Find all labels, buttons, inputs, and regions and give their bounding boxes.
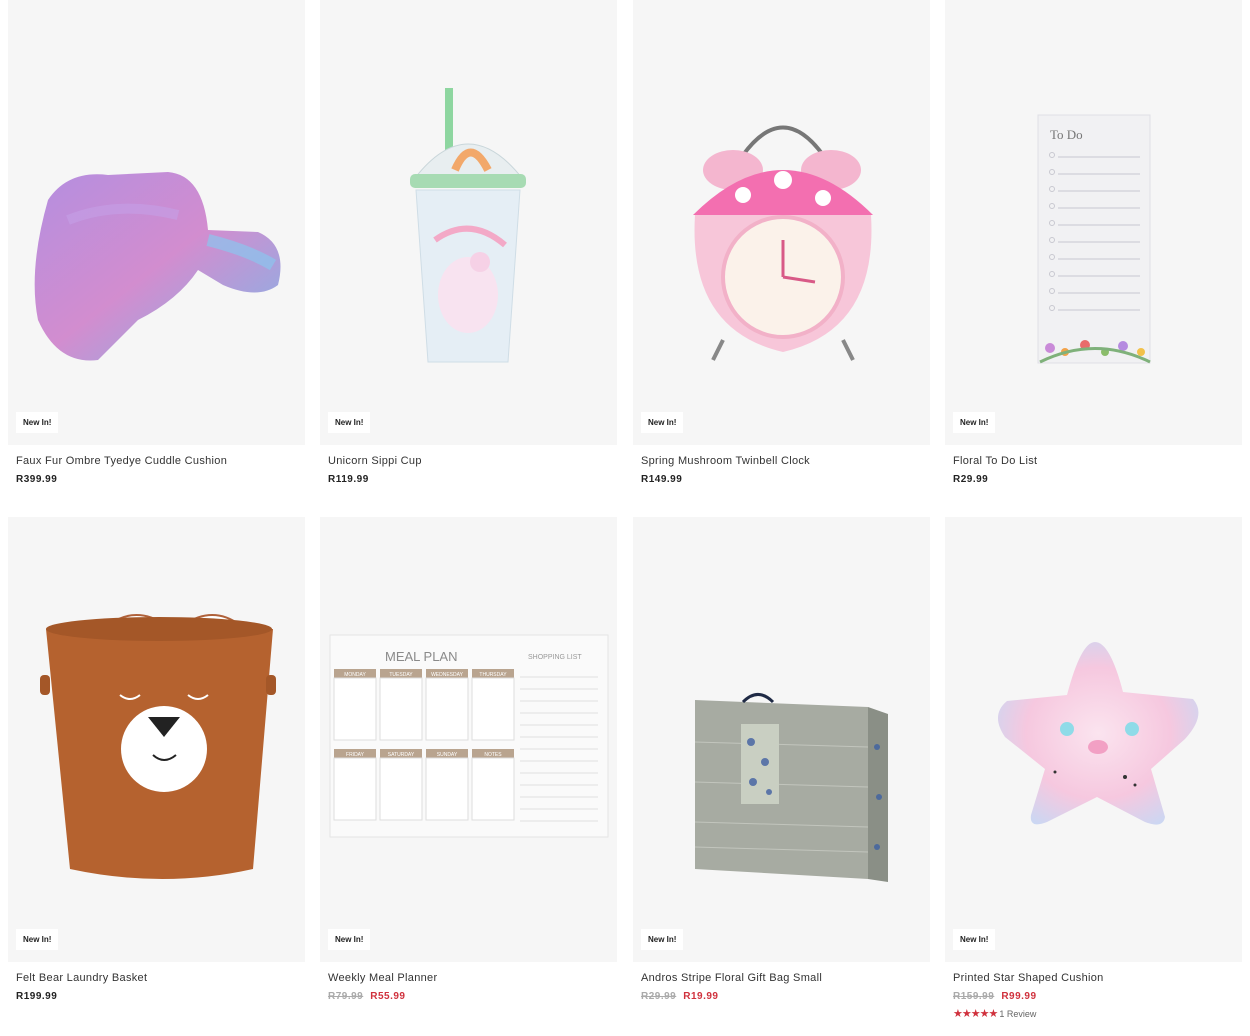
star-cushion-image — [997, 642, 1199, 825]
product-price: R29.99 — [953, 474, 989, 485]
svg-text:TUESDAY: TUESDAY — [389, 672, 413, 678]
review-count: 1 Review — [999, 1009, 1037, 1019]
svg-text:SUNDAY: SUNDAY — [437, 752, 458, 758]
laundry-basket-image — [40, 614, 276, 879]
sale-price: R99.99 — [1001, 991, 1037, 1002]
new-in-badge: New In! — [953, 929, 996, 950]
product-name[interactable]: Floral To Do List — [953, 455, 1037, 467]
product-image[interactable]: To Do — [945, 0, 1242, 445]
original-price: R79.99 — [328, 991, 364, 1002]
sippy-cup-image — [410, 88, 526, 363]
svg-text:MONDAY: MONDAY — [344, 672, 366, 678]
star-rating-icon: ★★★★★ — [953, 1008, 998, 1020]
svg-text:To Do: To Do — [1050, 127, 1083, 142]
svg-text:SATURDAY: SATURDAY — [388, 752, 415, 758]
gift-bag-image — [694, 693, 888, 882]
product-image[interactable] — [8, 517, 305, 962]
product-name[interactable]: Faux Fur Ombre Tyedye Cuddle Cushion — [16, 455, 227, 467]
product-name[interactable]: Andros Stripe Floral Gift Bag Small — [641, 972, 822, 984]
product-image[interactable]: MEAL PLAN SHOPPING LIST MONDAY TUESDAY WED… — [320, 517, 617, 962]
svg-text:MEAL PLAN: MEAL PLAN — [385, 649, 458, 664]
svg-text:NOTES: NOTES — [484, 752, 502, 758]
product-price: R149.99 — [641, 474, 683, 485]
new-in-badge: New In! — [16, 412, 59, 433]
product-name[interactable]: Unicorn Sippi Cup — [328, 455, 422, 467]
product-image[interactable] — [320, 0, 617, 445]
clock-image — [693, 125, 873, 361]
new-in-badge: New In! — [16, 929, 59, 950]
product-rating[interactable]: ★★★★★ 1 Review — [953, 1007, 1036, 1020]
product-name[interactable]: Printed Star Shaped Cushion — [953, 972, 1104, 984]
original-price: R29.99 — [641, 991, 677, 1002]
new-in-badge: New In! — [641, 412, 684, 433]
sale-price: R19.99 — [683, 991, 719, 1002]
cushion-image — [34, 172, 281, 361]
product-price: R119.99 — [328, 474, 369, 485]
sale-price: R55.99 — [370, 991, 406, 1002]
new-in-badge: New In! — [953, 412, 996, 433]
new-in-badge: New In! — [328, 412, 371, 433]
product-image[interactable] — [633, 0, 930, 445]
svg-text:THURSDAY: THURSDAY — [479, 672, 507, 678]
meal-planner-image: MEAL PLAN SHOPPING LIST MONDAY TUESDAY WED… — [329, 634, 609, 838]
svg-text:SHOPPING LIST: SHOPPING LIST — [528, 654, 582, 661]
product-image[interactable] — [633, 517, 930, 962]
new-in-badge: New In! — [328, 929, 371, 950]
product-name[interactable]: Weekly Meal Planner — [328, 972, 437, 984]
svg-text:WEDNESDAY: WEDNESDAY — [431, 672, 464, 678]
product-price: R199.99 — [16, 991, 58, 1002]
todo-list-image: To Do — [1037, 114, 1151, 364]
new-in-badge: New In! — [641, 929, 684, 950]
product-name[interactable]: Felt Bear Laundry Basket — [16, 972, 147, 984]
product-image[interactable] — [945, 517, 1242, 962]
product-price: R399.99 — [16, 474, 58, 485]
product-image[interactable] — [8, 0, 305, 445]
original-price: R159.99 — [953, 991, 995, 1002]
svg-text:FRIDAY: FRIDAY — [346, 752, 365, 758]
product-name[interactable]: Spring Mushroom Twinbell Clock — [641, 455, 810, 467]
